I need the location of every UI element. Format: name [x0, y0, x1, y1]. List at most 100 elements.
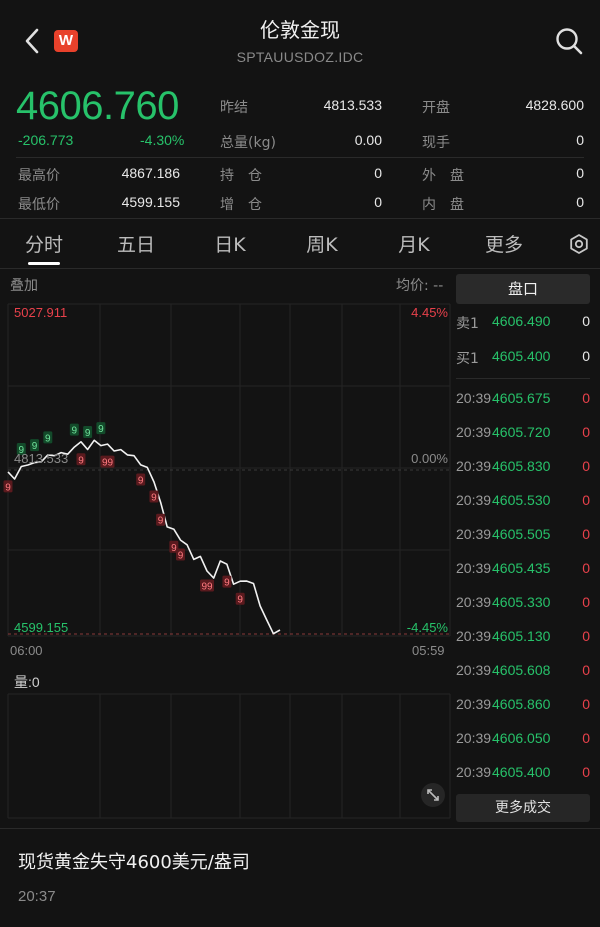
outer-value: 0	[576, 165, 584, 181]
signal-label: 9	[178, 551, 184, 562]
more-trades-button[interactable]: 更多成交	[456, 794, 590, 822]
signal-label: 9	[45, 433, 51, 444]
price-change: -206.773	[18, 132, 74, 148]
signal-label: 9	[98, 424, 104, 435]
inner-value: 0	[576, 194, 584, 210]
signal-label: 9	[85, 428, 91, 439]
position-label: 持 仓	[220, 168, 262, 184]
chart-top-pct: 4.45%	[411, 305, 448, 320]
ask-row: 卖1 4606.490 0	[456, 313, 592, 347]
divider	[0, 268, 600, 269]
gear-icon[interactable]	[568, 233, 590, 255]
divider	[0, 218, 600, 219]
signal-label: 99	[201, 582, 213, 593]
page-title: 伦敦金现	[260, 18, 340, 42]
increase-label: 增 仓	[220, 197, 262, 213]
volume-label: 总量(kg)	[220, 135, 276, 151]
increase-value: 0	[374, 194, 382, 210]
ask-price: 4606.490	[492, 313, 551, 329]
overlay-button[interactable]: 叠加	[10, 275, 38, 295]
open-label: 开盘	[422, 100, 450, 116]
last-price: 4606.760	[16, 84, 179, 128]
sell-signal-marker: 9	[175, 548, 185, 562]
high-value: 4867.186	[121, 165, 180, 181]
chevron-left-icon[interactable]	[18, 24, 48, 58]
signal-label: 9	[5, 482, 11, 493]
ask-label: 卖1	[456, 316, 479, 332]
bid-price: 4605.400	[492, 348, 551, 364]
bid-row: 买1 4605.400 0	[456, 348, 592, 382]
trade-row: 20:39 4605.530 0	[456, 492, 590, 508]
sell-signal-marker: 9	[235, 592, 245, 606]
search-icon[interactable]	[552, 24, 586, 58]
signal-label: 9	[224, 578, 230, 589]
trade-row: 20:39 4605.830 0	[456, 458, 590, 474]
sell-signal-marker: 99	[100, 455, 115, 469]
trade-row: 20:39 4605.505 0	[456, 526, 590, 542]
trade-row: 20:39 4605.400 0	[456, 764, 590, 780]
low-label: 最低价	[18, 197, 60, 213]
tab-more[interactable]: 更多	[476, 230, 532, 257]
tab-monthly-k[interactable]: 月K	[386, 230, 442, 257]
buy-signal-marker: 9	[69, 423, 79, 437]
news-timestamp: 20:37	[18, 888, 56, 905]
symbol-code: SPTAUUSDOZ.IDC	[236, 49, 364, 65]
news-headline[interactable]: 现货黄金失守4600美元/盎司	[18, 848, 250, 874]
buy-signal-marker: 9	[43, 431, 53, 444]
trade-row: 20:39 4605.675 0	[456, 390, 590, 406]
trade-row: 20:39 4606.050 0	[456, 730, 590, 746]
app-logo: W	[54, 30, 78, 52]
bid-volume: 0	[582, 348, 590, 364]
trade-row: 20:39 4605.720 0	[456, 424, 590, 440]
buy-signal-marker: 9	[96, 422, 106, 435]
intraday-chart: 9 999 9 999 999999999 99	[3, 303, 451, 637]
divider	[0, 828, 600, 829]
volume-indicator: 量:0	[14, 674, 40, 690]
outer-label: 外 盘	[422, 168, 464, 184]
sell-signal-marker: 9	[3, 480, 13, 493]
signal-label: 99	[102, 458, 114, 469]
high-label: 最高价	[18, 168, 60, 184]
tab-five-day[interactable]: 五日	[108, 230, 164, 257]
volume-value: 0.00	[354, 132, 382, 148]
tab-intraday[interactable]: 分时	[16, 230, 72, 257]
signal-label: 9	[72, 426, 78, 437]
trade-row: 20:39 4605.330 0	[456, 594, 590, 610]
active-tab-indicator	[28, 262, 60, 265]
chart-mid-price: 4813.533	[14, 451, 69, 466]
expand-icon[interactable]	[420, 782, 446, 808]
sell-signal-marker: 9	[222, 575, 232, 589]
prev-close-value: 4813.533	[323, 97, 382, 113]
chart-top-price: 5027.911	[14, 305, 68, 320]
bid-label: 买1	[456, 351, 479, 367]
position-value: 0	[374, 165, 382, 181]
sell-signal-marker: 9	[156, 513, 166, 527]
signal-label: 9	[78, 455, 84, 466]
trade-row: 20:39 4605.860 0	[456, 696, 590, 712]
header-bar: 伦敦金现 SPTAUUSDOZ.IDC W	[0, 0, 600, 80]
divider	[456, 378, 590, 379]
sell-signal-marker: 9	[136, 473, 146, 486]
price-change-percent: -4.30%	[140, 132, 185, 148]
trade-row: 20:39 4605.608 0	[456, 662, 590, 678]
divider	[16, 157, 584, 158]
chart-mid-pct: 0.00%	[411, 451, 448, 466]
signal-label: 9	[138, 475, 144, 486]
chart-time-end: 05:59	[412, 643, 445, 658]
sell-signal-marker: 9	[76, 453, 86, 466]
chart-time-start: 06:00	[10, 643, 43, 658]
orderbook-title-button[interactable]: 盘口	[456, 274, 590, 304]
tab-daily-k[interactable]: 日K	[202, 230, 258, 257]
ask-volume: 0	[582, 313, 590, 329]
volume-chart	[7, 693, 451, 819]
signal-label: 9	[158, 516, 164, 527]
low-value: 4599.155	[121, 194, 180, 210]
buy-signal-marker: 9	[83, 425, 93, 439]
sell-signal-marker: 9	[149, 490, 159, 503]
signal-label: 9	[151, 492, 157, 503]
prev-close-label: 昨结	[220, 100, 248, 116]
hand-label: 现手	[422, 135, 450, 151]
signal-label: 9	[237, 595, 243, 606]
tab-weekly-k[interactable]: 周K	[294, 230, 350, 257]
trade-row: 20:39 4605.130 0	[456, 628, 590, 644]
